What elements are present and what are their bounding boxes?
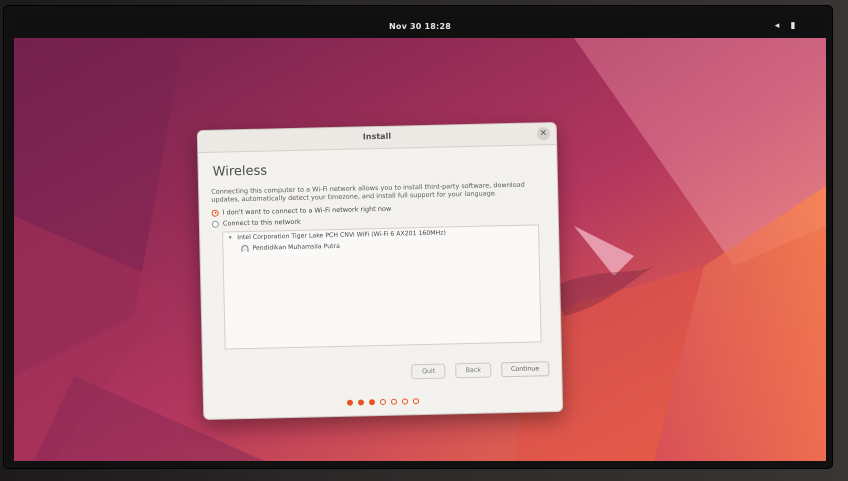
progress-dot	[357, 399, 365, 406]
top-bar: Nov 30 18:28 ◂ ▮	[14, 16, 826, 38]
progress-dot	[390, 398, 398, 405]
continue-button[interactable]: Continue	[500, 361, 550, 378]
close-button[interactable]: ×	[536, 127, 551, 141]
clock[interactable]: Nov 30 18:28	[14, 22, 826, 31]
desktop-screen: Nov 30 18:28 ◂ ▮ Install × Wireless Conn…	[14, 16, 826, 461]
system-tray[interactable]: ◂ ▮	[772, 21, 798, 31]
back-button[interactable]: Back	[455, 362, 492, 379]
installer-buttons: Quit Back Continue	[411, 361, 550, 380]
quit-button[interactable]: Quit	[411, 363, 446, 380]
progress-dot	[401, 398, 409, 405]
installer-progress-dots	[204, 395, 562, 409]
progress-dot	[412, 398, 420, 405]
progress-dot	[368, 399, 376, 406]
installer-window: Install × Wireless Connecting this compu…	[196, 121, 564, 421]
monitor-bezel: Nov 30 18:28 ◂ ▮ Install × Wireless Conn…	[4, 6, 832, 468]
network-list[interactable]: ▾ Intel Corporation Tiger Lake PCH CNVi …	[222, 224, 542, 350]
volume-icon[interactable]: ◂	[772, 21, 782, 31]
photo-background: Nov 30 18:28 ◂ ▮ Install × Wireless Conn…	[0, 0, 848, 481]
wifi-icon	[241, 244, 249, 253]
progress-dot	[346, 399, 354, 406]
battery-icon[interactable]: ▮	[788, 21, 798, 31]
radio-no-wifi[interactable]	[211, 209, 219, 217]
progress-dot	[379, 398, 387, 406]
page-title: Wireless	[212, 163, 268, 180]
window-title: Install	[362, 131, 392, 142]
radio-connect-network[interactable]	[211, 220, 219, 228]
wireless-description: Connecting this computer to a Wi-Fi netw…	[211, 180, 525, 204]
installer-content: Wireless Connecting this computer to a W…	[198, 145, 560, 350]
option-no-wifi-label: I don't want to connect to a Wi-Fi netwo…	[222, 204, 392, 217]
option-connect-network-label: Connect to this network	[222, 217, 301, 228]
expander-icon[interactable]: ▾	[227, 234, 233, 241]
network-ssid-label: Pendidikan Muhamsila Putra	[252, 242, 340, 252]
